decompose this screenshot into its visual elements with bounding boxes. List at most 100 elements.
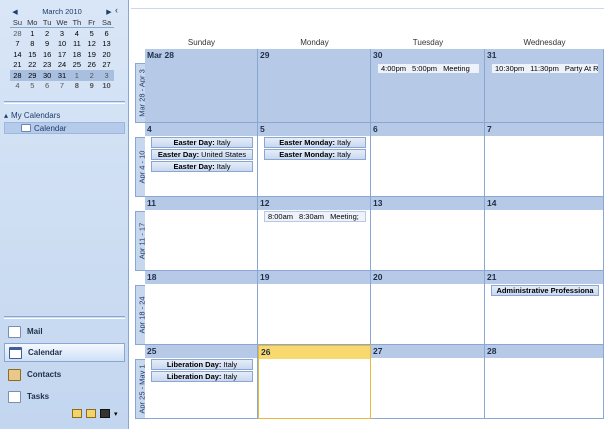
day-cell[interactable]: 29 <box>258 49 371 123</box>
mini-calendar-day[interactable]: 9 <box>40 39 55 48</box>
appointment-end: 5:00pm <box>412 64 438 73</box>
mini-calendar-day[interactable]: 22 <box>25 60 40 69</box>
all-day-event[interactable]: Liberation Day: Italy <box>151 359 253 370</box>
appointment[interactable]: 8:00am 8:30am Meeting; <box>264 211 366 222</box>
collapse-group-icon[interactable]: ▴ <box>4 111 8 120</box>
mini-calendar-day[interactable]: 30 <box>40 71 55 80</box>
day-cell[interactable]: 28 <box>485 345 604 419</box>
all-day-event[interactable]: Easter Day: United States <box>151 149 253 160</box>
mini-calendar-day[interactable]: 8 <box>69 81 84 90</box>
mini-calendar-day[interactable]: 17 <box>55 50 70 59</box>
mini-calendar-day[interactable]: 10 <box>55 39 70 48</box>
weekday-label: Mo <box>27 17 38 27</box>
all-day-event[interactable]: Easter Day: Italy <box>151 137 253 148</box>
appointment-start: 4:00pm <box>381 64 407 73</box>
mini-calendar-day[interactable]: 3 <box>55 29 70 38</box>
day-cell[interactable]: 14 <box>485 197 604 271</box>
day-cell[interactable]: 13 <box>371 197 485 271</box>
mini-calendar-day[interactable]: 11 <box>69 39 84 48</box>
mini-calendar-day[interactable]: 24 <box>55 60 70 69</box>
day-cell[interactable]: 4 Easter Day: Italy Easter Day: United State… <box>145 123 258 197</box>
day-header-monday: Monday <box>300 38 329 47</box>
mini-calendar-day[interactable]: 9 <box>84 81 99 90</box>
mini-calendar-day[interactable]: 13 <box>99 39 114 48</box>
day-cell[interactable]: 26 <box>258 345 371 419</box>
collapse-pane-icon[interactable]: ‹ <box>115 5 118 15</box>
calendar-icon <box>21 124 31 132</box>
mini-calendar-day[interactable]: 5 <box>84 29 99 38</box>
mini-calendar-header: ◀ March 2010 ▶ <box>10 6 114 17</box>
mini-calendar-day[interactable]: 15 <box>25 50 40 59</box>
mini-calendar-day[interactable]: 28 <box>10 71 25 80</box>
prev-month-icon[interactable]: ◀ <box>10 8 20 16</box>
folder-icon[interactable] <box>86 409 96 418</box>
nav-tasks-button[interactable]: Tasks <box>4 387 125 406</box>
mini-calendar-day[interactable]: 4 <box>10 81 25 90</box>
mini-calendar-day[interactable]: 14 <box>10 50 25 59</box>
mini-calendar-day[interactable]: 29 <box>25 71 40 80</box>
mini-calendar-day[interactable]: 5 <box>25 81 40 90</box>
mini-calendar-day[interactable]: 27 <box>99 60 114 69</box>
mini-calendar-day[interactable]: 8 <box>25 39 40 48</box>
day-cell[interactable]: Mar 28 <box>145 49 258 123</box>
nav-mail-button[interactable]: Mail <box>4 322 125 341</box>
mini-calendar-day[interactable]: 7 <box>55 81 70 90</box>
nav-calendar-button[interactable]: Calendar <box>4 343 125 362</box>
appointment-start: 8:00am <box>268 212 294 221</box>
appointment[interactable]: 10:30pm 11:30pm Party At R <box>491 63 599 74</box>
day-cell[interactable]: 11 <box>145 197 258 271</box>
mini-calendar-day[interactable]: 19 <box>84 50 99 59</box>
mini-calendar-day[interactable]: 21 <box>10 60 25 69</box>
mini-calendar-day[interactable]: 18 <box>69 50 84 59</box>
mini-calendar-day[interactable]: 6 <box>40 81 55 90</box>
day-cell[interactable]: 27 <box>371 345 485 419</box>
day-cell[interactable]: 30 4:00pm 5:00pm Meeting <box>371 49 485 123</box>
mini-calendar-day[interactable]: 2 <box>84 71 99 80</box>
day-cell[interactable]: 18 <box>145 271 258 345</box>
mini-calendar-day[interactable]: 1 <box>25 29 40 38</box>
mini-calendar-day[interactable]: 2 <box>40 29 55 38</box>
all-day-event[interactable]: Liberation Day: Italy <box>151 371 253 382</box>
day-number: 26 <box>259 346 370 359</box>
mini-calendar-day[interactable]: 1 <box>69 71 84 80</box>
mini-calendar-day[interactable]: 26 <box>84 60 99 69</box>
day-cell[interactable]: 20 <box>371 271 485 345</box>
shortcuts-icon[interactable] <box>100 409 110 418</box>
mini-calendar-day[interactable]: 25 <box>69 60 84 69</box>
all-day-event[interactable]: Easter Monday: Italy <box>264 149 366 160</box>
mini-calendar-day[interactable]: 28 <box>10 29 25 38</box>
pane-splitter[interactable] <box>4 316 125 319</box>
mini-calendar-day[interactable]: 10 <box>99 81 114 90</box>
day-cell[interactable]: 5 Easter Monday: Italy Easter Monday: Italy <box>258 123 371 197</box>
day-cell[interactable]: 7 <box>485 123 604 197</box>
notes-icon[interactable] <box>72 409 82 418</box>
day-cell[interactable]: 21 Administrative Professiona <box>485 271 604 345</box>
nav-tasks-label: Tasks <box>27 392 50 401</box>
mini-calendar-day[interactable]: 23 <box>40 60 55 69</box>
configure-buttons-icon[interactable]: ▾ <box>114 410 118 418</box>
all-day-event[interactable]: Easter Monday: Italy <box>264 137 366 148</box>
day-cell[interactable]: 12 8:00am 8:30am Meeting; <box>258 197 371 271</box>
calendar-list-item[interactable]: Calendar <box>4 122 125 134</box>
day-header-sunday: Sunday <box>187 38 216 47</box>
mini-calendar-day[interactable]: 31 <box>55 71 70 80</box>
mini-calendar-day[interactable]: 7 <box>10 39 25 48</box>
day-cell[interactable]: 31 10:30pm 11:30pm Party At R <box>485 49 604 123</box>
my-calendars-header[interactable]: ▴ My Calendars <box>4 111 60 120</box>
day-cell[interactable]: 6 <box>371 123 485 197</box>
mini-calendar-day[interactable]: 16 <box>40 50 55 59</box>
day-number: 29 <box>258 49 370 62</box>
mini-calendar-day[interactable]: 20 <box>99 50 114 59</box>
mini-calendar-day[interactable]: 12 <box>84 39 99 48</box>
day-header-wednesday: Wednesday <box>523 38 566 47</box>
mini-calendar-day[interactable]: 3 <box>99 71 114 80</box>
all-day-event[interactable]: Easter Day: Italy <box>151 161 253 172</box>
nav-contacts-button[interactable]: Contacts <box>4 365 125 384</box>
appointment[interactable]: 4:00pm 5:00pm Meeting <box>377 63 480 74</box>
all-day-event[interactable]: Administrative Professiona <box>491 285 599 296</box>
next-month-icon[interactable]: ▶ <box>104 8 114 16</box>
day-cell[interactable]: 19 <box>258 271 371 345</box>
mini-calendar-day[interactable]: 6 <box>99 29 114 38</box>
mini-calendar-day[interactable]: 4 <box>69 29 84 38</box>
day-cell[interactable]: 25 Liberation Day: Italy Liberation Day: Ita… <box>145 345 258 419</box>
